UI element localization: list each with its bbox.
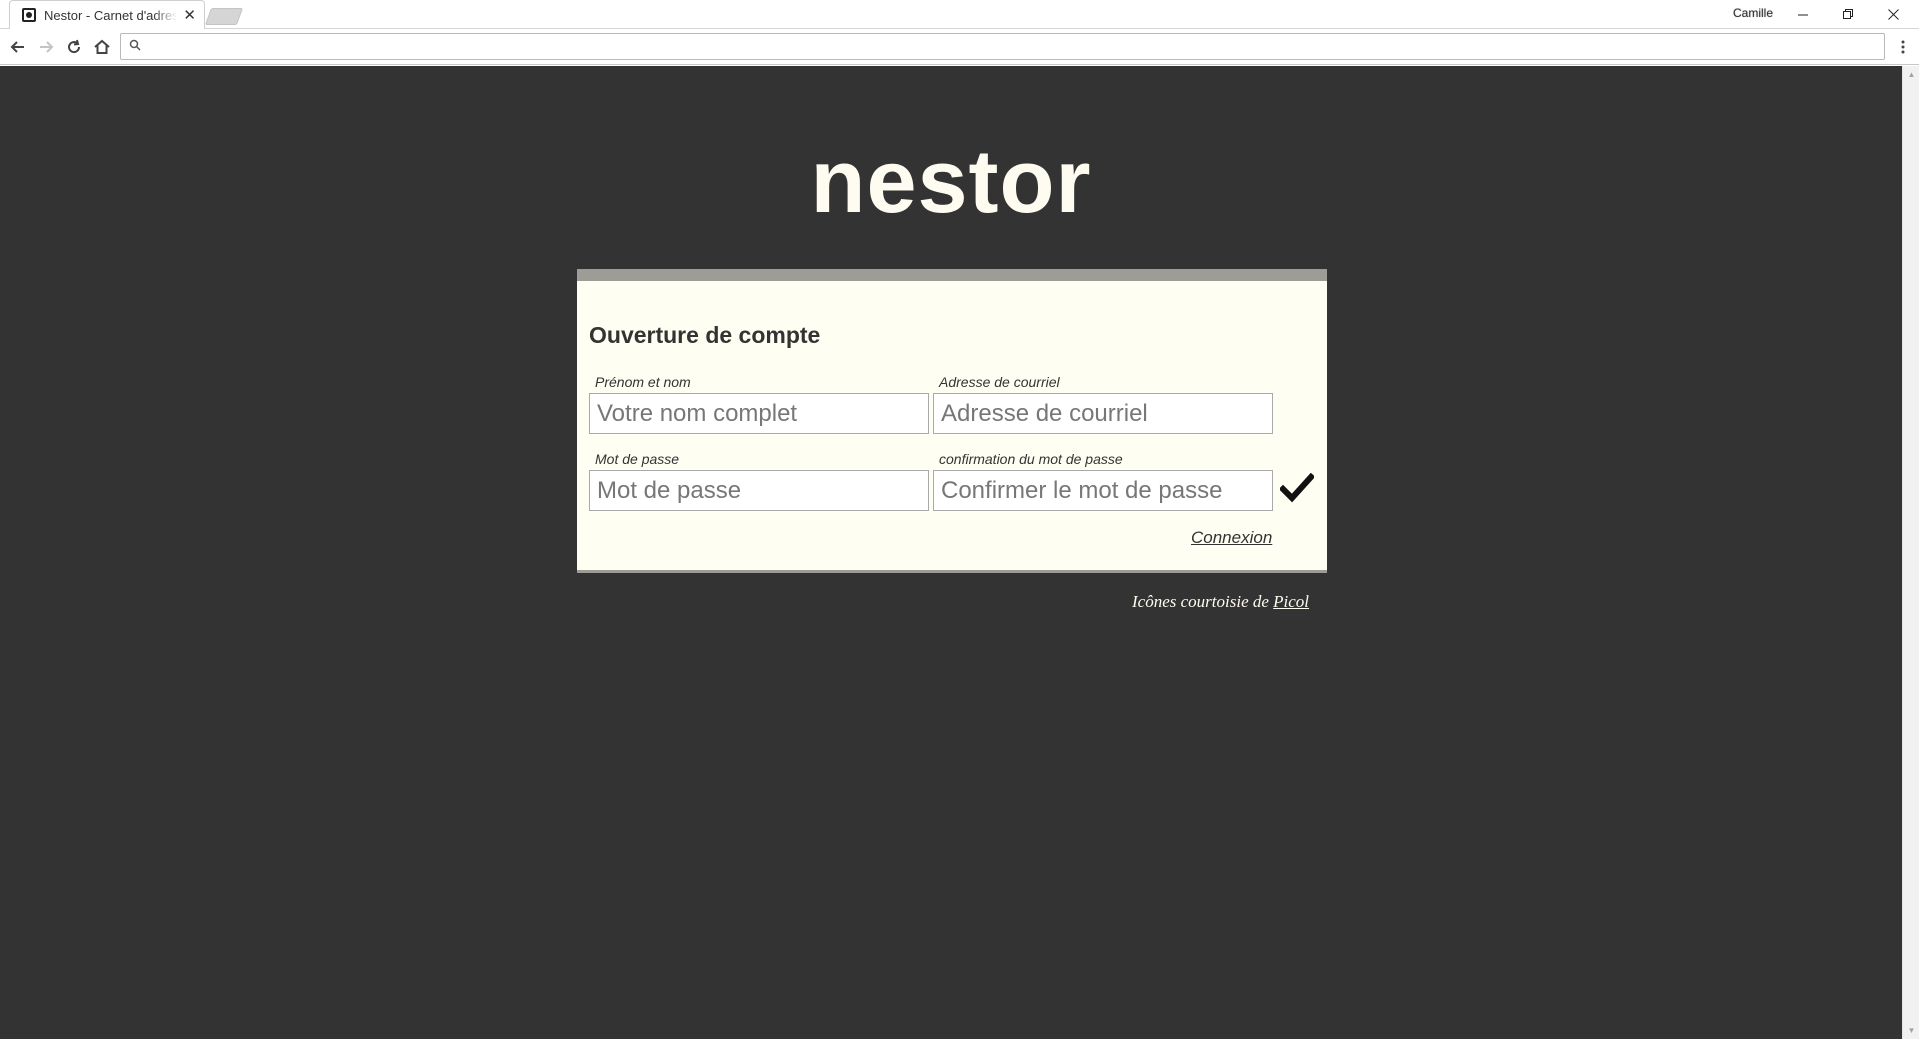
close-window-icon[interactable] bbox=[1870, 0, 1916, 28]
email-label: Adresse de courriel bbox=[939, 374, 1060, 390]
minimize-icon[interactable] bbox=[1780, 0, 1826, 28]
vertical-scrollbar[interactable]: ▲ ▼ bbox=[1902, 66, 1919, 1039]
reload-button[interactable] bbox=[61, 34, 87, 60]
email-input[interactable] bbox=[933, 393, 1273, 434]
full-name-input[interactable] bbox=[589, 393, 929, 434]
name-label: Prénom et nom bbox=[595, 374, 691, 390]
kebab-menu-icon[interactable] bbox=[1894, 34, 1912, 60]
tab-title: Nestor - Carnet d'adresses bbox=[44, 7, 178, 23]
reload-icon bbox=[68, 39, 81, 54]
confirm-password-input[interactable] bbox=[933, 470, 1273, 511]
profile-name[interactable]: Camille bbox=[1733, 6, 1773, 20]
signup-form-card: Ouverture de compte Prénom et nom Adress… bbox=[577, 269, 1327, 573]
arrow-left-icon bbox=[10, 41, 24, 53]
nestor-logo: nestor bbox=[810, 132, 1092, 232]
password-input[interactable] bbox=[589, 470, 929, 511]
login-link[interactable]: Connexion bbox=[1191, 528, 1272, 548]
address-input[interactable] bbox=[149, 34, 1884, 59]
address-book-icon bbox=[22, 8, 36, 22]
restore-icon[interactable] bbox=[1825, 0, 1871, 28]
checkmark-icon[interactable] bbox=[1278, 472, 1316, 503]
scroll-down-icon[interactable]: ▼ bbox=[1903, 1022, 1919, 1039]
icon-credit-text: Icônes courtoisie de bbox=[1132, 592, 1269, 611]
picol-link[interactable]: Picol bbox=[1273, 592, 1309, 611]
arrow-right-icon bbox=[40, 41, 54, 53]
browser-tab[interactable]: Nestor - Carnet d'adresses ✕ bbox=[9, 0, 205, 29]
home-button[interactable] bbox=[89, 34, 115, 60]
new-tab-button[interactable] bbox=[204, 8, 244, 25]
forward-button[interactable] bbox=[33, 34, 59, 60]
close-tab-icon[interactable]: ✕ bbox=[183, 6, 196, 24]
icon-credit: Icônes courtoisie de Picol bbox=[1132, 592, 1309, 612]
address-bar[interactable] bbox=[120, 33, 1885, 60]
home-icon bbox=[94, 39, 110, 54]
browser-toolbar bbox=[0, 29, 1919, 65]
password-label: Mot de passe bbox=[595, 451, 680, 467]
form-title: Ouverture de compte bbox=[589, 322, 821, 348]
scroll-up-icon[interactable]: ▲ bbox=[1903, 66, 1919, 83]
back-button[interactable] bbox=[5, 34, 31, 60]
browser-titlebar: Nestor - Carnet d'adresses ✕ Camille bbox=[0, 0, 1919, 29]
confirm-password-label: confirmation du mot de passe bbox=[939, 451, 1123, 467]
search-icon bbox=[129, 39, 141, 54]
page-viewport: nestor Ouverture de compte Prénom et nom… bbox=[0, 66, 1902, 1039]
